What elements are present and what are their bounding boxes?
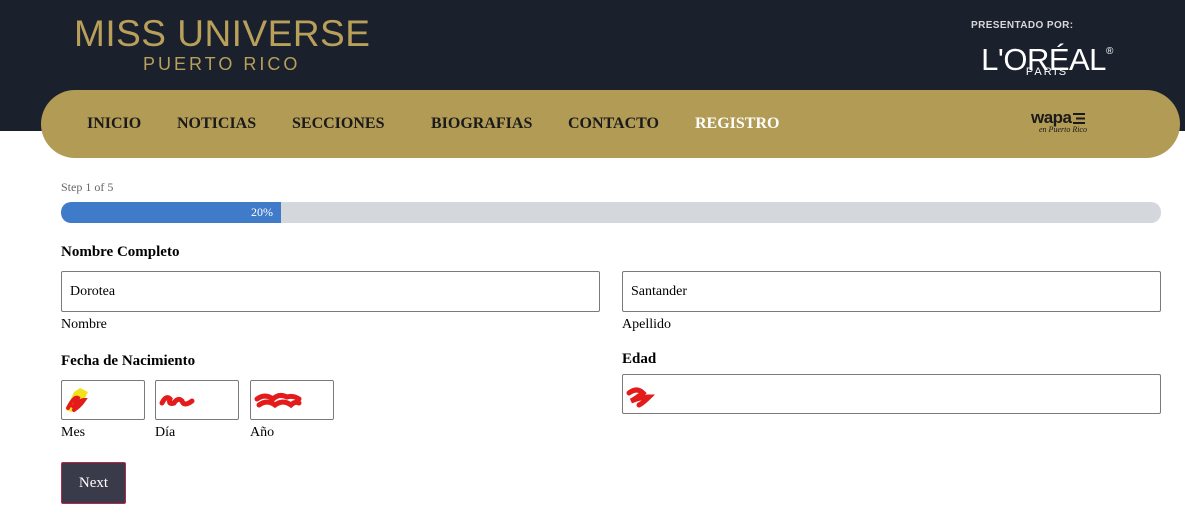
main-navbar: INICIO NOTICIAS SECCIONES BIOGRAFIAS CON… bbox=[41, 90, 1180, 158]
registered-icon: ® bbox=[1105, 46, 1113, 57]
nav-item-inicio[interactable]: INICIO bbox=[87, 114, 141, 134]
nav-item-secciones[interactable]: SECCIONES bbox=[292, 114, 384, 134]
first-name-label: Nombre bbox=[61, 317, 107, 332]
edad-label: Edad bbox=[622, 351, 657, 367]
nav-item-contacto[interactable]: CONTACTO bbox=[568, 114, 659, 134]
progress-bar: 20% bbox=[61, 202, 1161, 223]
last-name-label: Apellido bbox=[622, 317, 671, 332]
wapa-logo[interactable]: wapa en Puerto Rico bbox=[1031, 108, 1103, 138]
sponsor-city-text: PARIS bbox=[1025, 66, 1069, 78]
year-input[interactable] bbox=[250, 380, 334, 420]
redaction-scribble bbox=[254, 392, 302, 409]
sponsor-pre-text: PRESENTADO POR: bbox=[971, 20, 1074, 31]
day-input[interactable] bbox=[155, 380, 239, 420]
redaction-scribble bbox=[159, 395, 195, 407]
year-label: Año bbox=[250, 425, 275, 440]
progress-percent-label: 20% bbox=[251, 205, 273, 219]
day-label: Día bbox=[155, 425, 176, 440]
logo-main-text: MISS UNIVERSE bbox=[74, 13, 371, 54]
nombre-completo-label: Nombre Completo bbox=[61, 244, 180, 260]
nav-item-registro[interactable]: REGISTRO bbox=[695, 114, 779, 134]
sponsor-logo: PRESENTADO POR: L'ORÉAL® PARIS bbox=[968, 18, 1128, 80]
progress-fill: 20% bbox=[61, 202, 281, 223]
first-name-input[interactable] bbox=[61, 271, 600, 312]
month-input[interactable] bbox=[61, 380, 145, 420]
nav-item-biografias[interactable]: BIOGRAFIAS bbox=[431, 114, 532, 134]
redaction-scribble bbox=[66, 388, 88, 412]
menu-lines-icon bbox=[1072, 113, 1085, 124]
last-name-input[interactable] bbox=[622, 271, 1161, 312]
step-indicator: Step 1 of 5 bbox=[61, 180, 114, 194]
miss-universe-logo[interactable]: MISS UNIVERSE PUERTO RICO bbox=[74, 14, 386, 76]
nav-item-noticias[interactable]: NOTICIAS bbox=[177, 114, 256, 134]
next-button[interactable]: Next bbox=[61, 462, 126, 504]
age-input[interactable] bbox=[622, 374, 1161, 414]
month-label: Mes bbox=[61, 425, 86, 440]
logo-sub-text: PUERTO RICO bbox=[143, 54, 301, 74]
redaction-scribble bbox=[626, 387, 656, 408]
fecha-nacimiento-label: Fecha de Nacimiento bbox=[61, 353, 196, 369]
wapa-subtitle: en Puerto Rico bbox=[1039, 125, 1087, 134]
